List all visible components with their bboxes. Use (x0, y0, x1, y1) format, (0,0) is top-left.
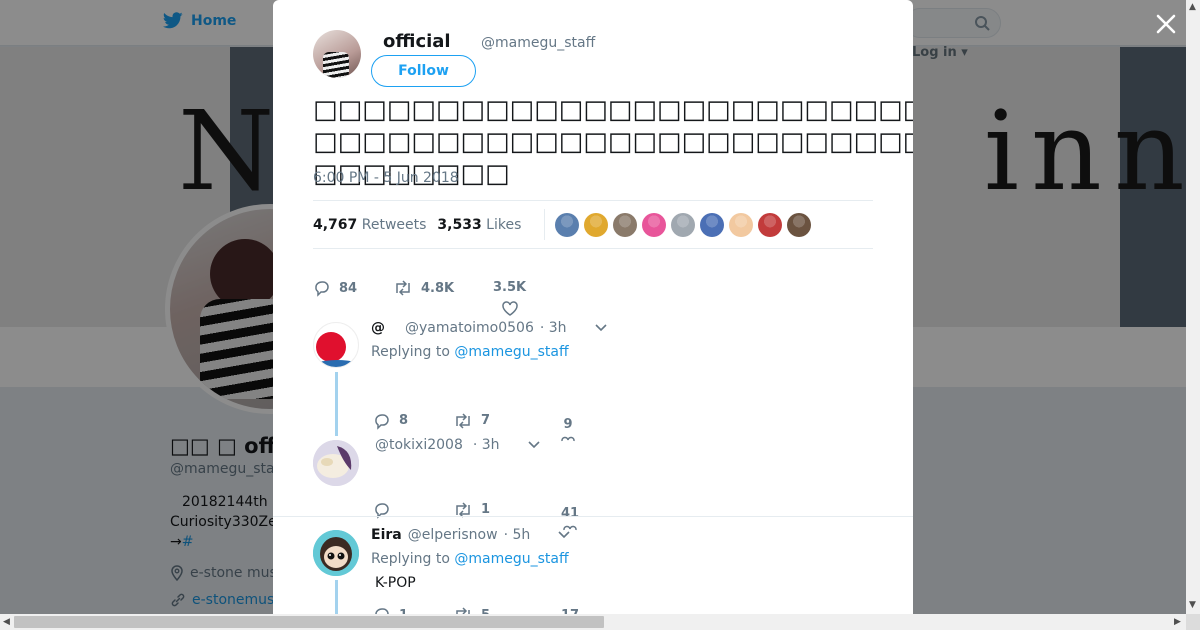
close-icon[interactable] (1154, 12, 1178, 36)
reply-avatar[interactable] (313, 322, 359, 368)
reply-author-handle[interactable]: @tokixi2008 (375, 437, 463, 453)
liker-avatars (544, 209, 812, 240)
reply-header: Eira @elperisnow · 5h (371, 527, 570, 543)
chevron-down-icon[interactable] (558, 531, 570, 539)
reply-icon (375, 608, 389, 614)
reply-actions: 8 7 9 (373, 399, 575, 442)
reply-text: K-POP (375, 575, 416, 591)
retweet-count: 4.8K (421, 280, 455, 296)
reply-avatar[interactable] (313, 530, 359, 576)
like-action[interactable]: 3.5K (493, 280, 526, 316)
tweet-permalink-modal: official @mamegu_staff Follow □□□□□□□□□□… (273, 0, 913, 614)
retweets-label: Retweets (361, 216, 427, 233)
replying-to: Replying to @mamegu_staff (371, 344, 569, 360)
like-count: 9 (563, 417, 573, 432)
chevron-down-icon[interactable] (594, 324, 607, 332)
like-action[interactable]: 9 (561, 417, 575, 442)
replying-to-label: Replying to (371, 344, 450, 360)
scroll-down-arrow-icon[interactable]: ▼ (1189, 600, 1196, 610)
horizontal-scrollbar[interactable]: ◀ ▶ (0, 614, 1186, 630)
reply-header: @ @yamatoimo0506 · 3h (371, 320, 607, 336)
reply-time[interactable]: · 3h (473, 437, 500, 453)
liker-avatar[interactable] (787, 212, 812, 237)
likes-count: 3,533 (437, 216, 482, 233)
retweet-action[interactable]: 7 (453, 412, 561, 429)
scrollbar-corner (1186, 614, 1200, 630)
chibi-character-avatar-icon (313, 530, 359, 576)
author-avatar[interactable] (313, 30, 361, 78)
rising-sun-avatar-icon (314, 332, 358, 367)
reply-author-name[interactable]: Eira (371, 527, 402, 543)
thread-line (335, 580, 338, 614)
reply-avatar[interactable] (313, 440, 359, 486)
reply-author-handle[interactable]: @yamatoimo0506 (405, 320, 534, 336)
liker-avatar[interactable] (642, 212, 667, 237)
tweet-timestamp: 6:00 PM - 5 Jun 2018 (313, 170, 459, 186)
scroll-right-arrow-icon[interactable]: ▶ (1174, 617, 1181, 627)
scroll-up-arrow-icon[interactable]: ▲ (1189, 2, 1196, 12)
reply-action[interactable]: 8 (373, 412, 453, 430)
retweets-count: 4,767 (313, 216, 358, 233)
author-handle[interactable]: @mamegu_staff (481, 35, 595, 51)
reply-count: 84 (339, 280, 358, 296)
reply-icon (315, 281, 329, 297)
replying-to-label: Replying to (371, 551, 450, 567)
conversation-divider (273, 516, 913, 517)
vertical-scrollbar[interactable]: ▲ ▼ (1186, 0, 1200, 614)
follow-button[interactable]: Follow (371, 55, 476, 87)
reply-author-name[interactable]: @ (371, 320, 385, 336)
liker-avatar[interactable] (758, 212, 783, 237)
reply-actions: 1 5 17 (373, 606, 579, 614)
tweet-actions: 84 4.8K 3.5K (313, 260, 526, 316)
horizontal-scrollbar-thumb[interactable] (14, 616, 604, 628)
liker-avatar[interactable] (555, 212, 580, 237)
retweets-stat[interactable]: 4,767 Retweets (313, 217, 426, 233)
heart-icon (501, 301, 518, 316)
liker-avatar[interactable] (729, 212, 754, 237)
likes-stat[interactable]: 3,533 Likes (437, 217, 521, 233)
retweet-count: 1 (481, 502, 491, 517)
reply-icon (375, 413, 389, 430)
retweet-action[interactable]: 5 (453, 607, 561, 614)
retweet-icon (456, 607, 470, 614)
author-name[interactable]: official (383, 31, 451, 52)
replying-to-mention[interactable]: @mamegu_staff (454, 551, 568, 567)
reply-author-handle[interactable]: @elperisnow (408, 527, 498, 543)
replying-to: Replying to @mamegu_staff (371, 551, 569, 567)
reply-actions: 1 41 (373, 488, 579, 531)
like-count: 3.5K (493, 280, 527, 295)
scroll-left-arrow-icon[interactable]: ◀ (3, 617, 10, 627)
thread-line (335, 372, 338, 436)
avatar-striped-shirt (323, 52, 349, 78)
liker-avatar[interactable] (700, 212, 725, 237)
reply-header: @tokixi2008 · 3h (375, 437, 540, 453)
retweet-action[interactable]: 4.8K (393, 280, 493, 296)
liker-avatar[interactable] (584, 212, 609, 237)
retweet-count: 7 (481, 413, 491, 428)
reply-time[interactable]: · 5h (504, 527, 531, 543)
reply-count: 8 (399, 413, 409, 428)
likes-label: Likes (486, 216, 522, 233)
retweet-icon (396, 280, 410, 296)
tweet-stats: 4,767 Retweets 3,533 Likes (313, 200, 873, 249)
like-count: 41 (561, 506, 580, 521)
liker-avatar[interactable] (671, 212, 696, 237)
reply-action[interactable]: 84 (313, 279, 393, 297)
chevron-down-icon[interactable] (527, 441, 540, 449)
replying-to-mention[interactable]: @mamegu_staff (454, 344, 568, 360)
retweet-icon (456, 412, 470, 429)
heart-icon (561, 436, 575, 442)
liker-avatar[interactable] (613, 212, 638, 237)
reply-time[interactable]: · 3h (540, 320, 567, 336)
reply-action[interactable]: 1 (373, 606, 453, 614)
bird-character-avatar-icon (313, 440, 359, 486)
